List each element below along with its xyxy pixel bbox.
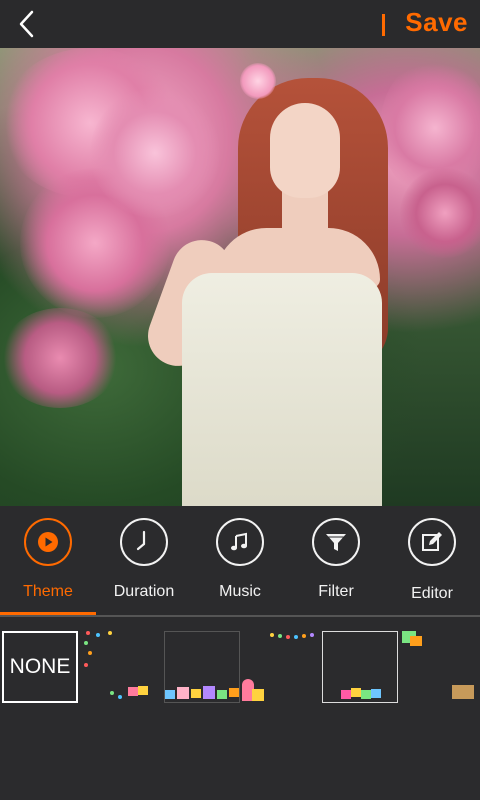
- funnel-icon: [312, 518, 360, 566]
- title-divider: [382, 14, 385, 36]
- photo-preview[interactable]: [0, 48, 480, 506]
- back-arrow-icon: [19, 10, 34, 38]
- clock-icon: [120, 518, 168, 566]
- theme-confetti[interactable]: [82, 631, 158, 703]
- play-icon: [24, 518, 72, 566]
- theme-gifts[interactable]: [164, 631, 240, 703]
- theme-none-label: NONE: [9, 655, 71, 678]
- tab-theme[interactable]: Theme: [0, 506, 96, 616]
- back-button[interactable]: [12, 8, 44, 40]
- tab-duration[interactable]: Duration: [96, 506, 192, 616]
- tab-music-label: Music: [219, 583, 261, 600]
- tab-editor-label: Editor: [411, 585, 453, 602]
- tab-duration-label: Duration: [113, 583, 175, 600]
- music-note-icon: [216, 518, 264, 566]
- theme-none[interactable]: NONE: [2, 631, 78, 703]
- tab-filter[interactable]: Filter: [288, 506, 384, 616]
- save-button[interactable]: Save: [405, 7, 468, 38]
- theme-frames-list: NONE: [0, 617, 480, 800]
- theme-party[interactable]: [242, 631, 318, 703]
- tab-editor[interactable]: Editor: [384, 506, 480, 616]
- tab-music[interactable]: Music: [192, 506, 288, 616]
- edit-tab-bar: Theme Duration Music Filter Editor: [0, 506, 480, 616]
- theme-sketch[interactable]: [402, 631, 478, 703]
- top-bar: Save: [0, 0, 480, 48]
- tab-filter-label: Filter: [318, 583, 354, 600]
- tab-theme-label: Theme: [23, 583, 73, 600]
- theme-balloons[interactable]: [322, 631, 398, 703]
- edit-icon: [408, 518, 456, 566]
